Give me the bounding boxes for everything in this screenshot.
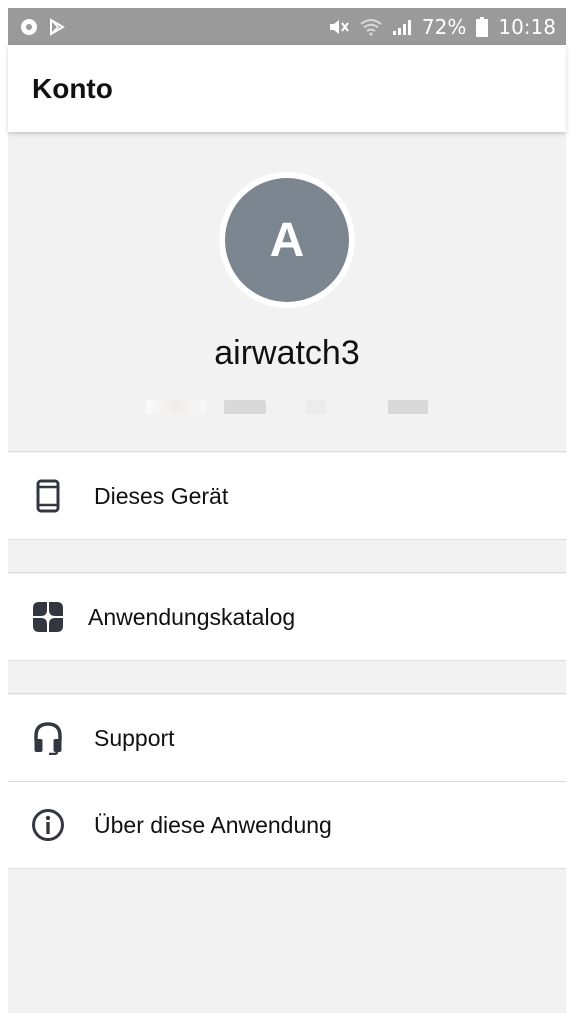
- menu-item-app-catalog[interactable]: Anwendungskatalog: [8, 574, 566, 661]
- signal-icon: [392, 18, 412, 36]
- play-store-icon: [48, 17, 66, 36]
- section-divider: [8, 540, 566, 573]
- mute-icon: [328, 18, 350, 36]
- redacted-block: [306, 400, 326, 414]
- status-left: [20, 17, 66, 36]
- menu-item-label: Anwendungskatalog: [88, 603, 296, 630]
- status-right: 72% 10:18: [328, 15, 556, 39]
- catalog-grid-icon: [30, 599, 66, 635]
- menu-item-support[interactable]: Support: [8, 695, 566, 782]
- avatar: A: [219, 172, 355, 308]
- menu-item-label: Dieses Gerät: [94, 482, 229, 509]
- phone-icon: [30, 478, 66, 514]
- redacted-block: [224, 400, 266, 414]
- section-divider: [8, 661, 566, 694]
- wifi-icon: [360, 18, 382, 36]
- app-toolbar: Konto: [8, 45, 566, 132]
- menu-item-about[interactable]: Über diese Anwendung: [8, 782, 566, 869]
- app-screen: 72% 10:18 Konto A airwatch3 Dieses Gerät…: [0, 0, 574, 1013]
- avatar-letter: A: [225, 178, 349, 302]
- page-title: Konto: [32, 72, 113, 104]
- profile-section: A airwatch3: [8, 132, 566, 452]
- info-icon: [30, 807, 66, 843]
- redacted-block: [146, 400, 206, 414]
- menu-item-label: Über diese Anwendung: [94, 811, 332, 838]
- status-bar: 72% 10:18: [8, 8, 566, 45]
- menu-item-label: Support: [94, 724, 175, 751]
- app-notification-icon: [20, 18, 38, 36]
- battery-percent: 72%: [421, 14, 467, 39]
- top-edge: [8, 0, 566, 8]
- redacted-block: [388, 400, 428, 414]
- menu-item-this-device[interactable]: Dieses Gerät: [8, 453, 566, 540]
- username: airwatch3: [214, 334, 360, 372]
- redacted-account-details: [146, 400, 428, 414]
- headset-icon: [30, 720, 66, 756]
- battery-icon: [476, 16, 489, 37]
- clock: 10:18: [498, 14, 556, 39]
